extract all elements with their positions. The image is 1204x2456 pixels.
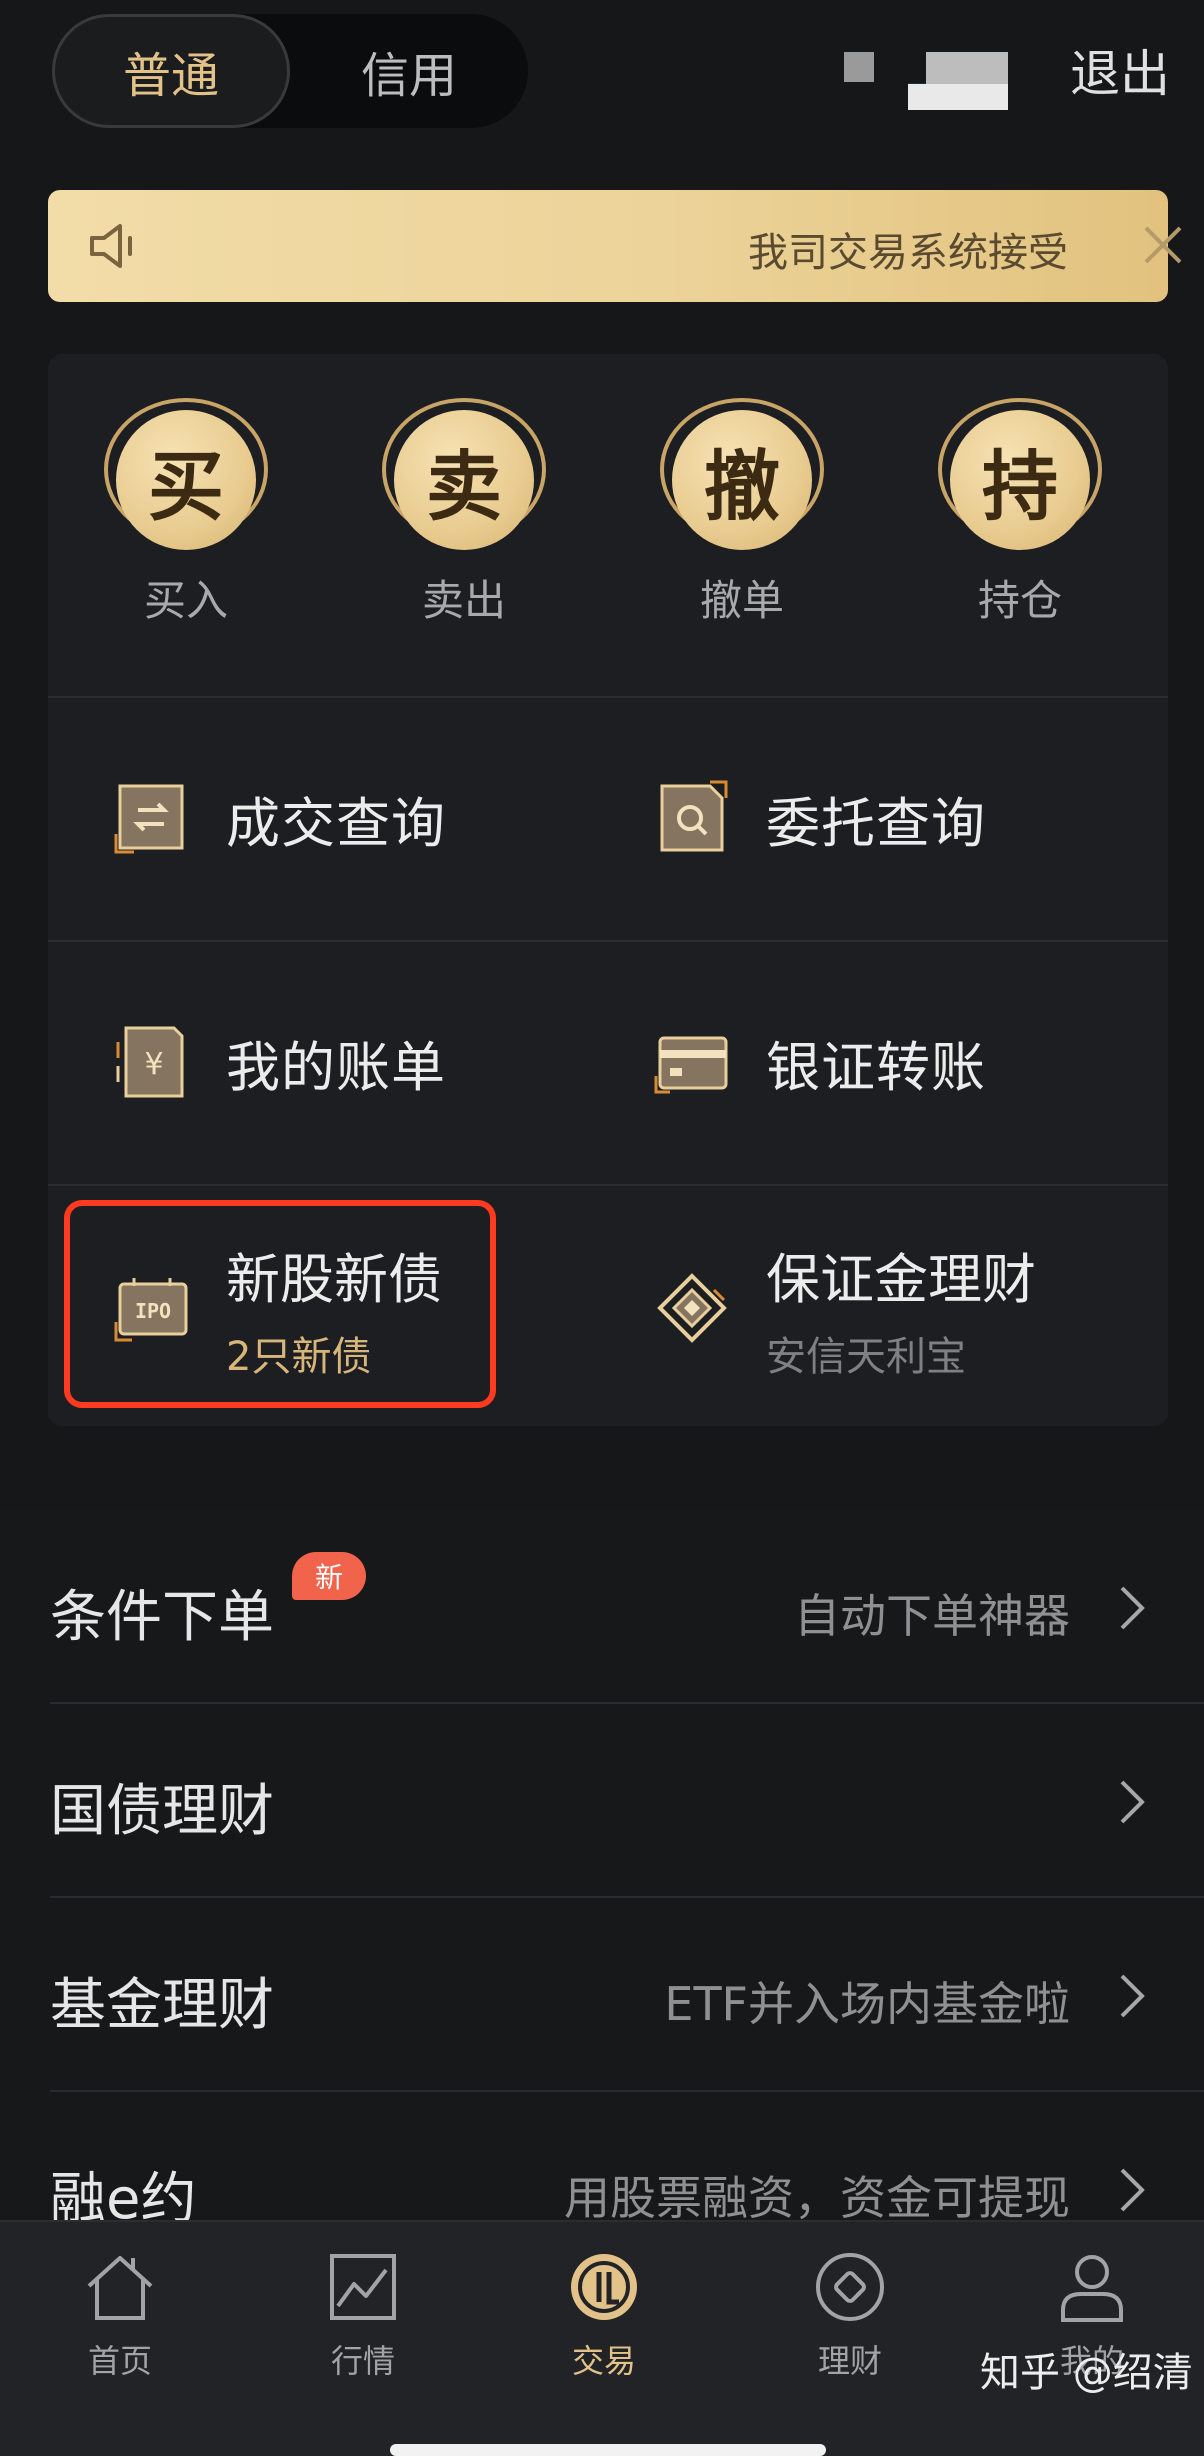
profile-icon bbox=[1061, 2255, 1123, 2322]
tab-label: 交易 bbox=[571, 2342, 636, 2380]
chevron-right-icon bbox=[1120, 2168, 1145, 2212]
divider bbox=[48, 940, 1168, 942]
cancel-order-coin-icon: 撤 bbox=[660, 396, 824, 550]
list-item-label: 条件下单 bbox=[50, 1585, 274, 1650]
list-item-hint: ETF并入场内基金啦 bbox=[664, 1977, 1070, 2031]
svg-text:¥: ¥ bbox=[144, 1047, 163, 1082]
wealth-icon bbox=[816, 2253, 884, 2321]
quick-action-sell[interactable]: 卖 卖出 bbox=[374, 396, 554, 628]
account-mode-switch: 普通 信用 bbox=[52, 14, 528, 128]
deal-query-label: 成交查询 bbox=[226, 791, 446, 855]
speaker-icon bbox=[90, 224, 132, 268]
tab-label: 首页 bbox=[87, 2342, 152, 2380]
trade-icon bbox=[571, 2254, 637, 2320]
order-query-icon bbox=[660, 780, 728, 852]
trade-function-card: 买 买入 卖 卖出 撤 撤单 持 持仓 成交查询 委托查询 ¥ 我的账单 银证转… bbox=[48, 354, 1168, 1426]
buy-coin-icon: 买 bbox=[104, 396, 268, 550]
tab-label: 行情 bbox=[330, 2342, 395, 2380]
divider bbox=[48, 696, 1168, 698]
bank-transfer-label: 银证转账 bbox=[766, 1035, 986, 1099]
list-item-hint: 用股票融资，资金可提现 bbox=[564, 2171, 1070, 2225]
order-query-label: 委托查询 bbox=[766, 791, 986, 855]
top-bar: 普通 信用 退出 bbox=[0, 0, 1204, 150]
chevron-right-icon bbox=[1120, 1586, 1145, 1630]
tab-home[interactable]: 首页 bbox=[40, 2248, 200, 2382]
quick-action-label: 买入 bbox=[143, 576, 228, 625]
close-icon[interactable] bbox=[1138, 214, 1188, 274]
quick-action-positions[interactable]: 持 持仓 bbox=[930, 396, 1110, 628]
market-chart-icon bbox=[330, 2254, 396, 2320]
bottom-tab-bar: 首页 行情 交易 理财 我的 bbox=[0, 2220, 1204, 2456]
bank-transfer-item[interactable]: 银证转账 bbox=[652, 992, 986, 1132]
notice-banner[interactable]: 我司交易系统接受 bbox=[48, 190, 1182, 302]
service-list: 条件下单 新 自动下单神器 国债理财 基金理财 ETF并入场内基金啦 融e约 用… bbox=[0, 1510, 1204, 2232]
margin-finance-item[interactable]: 保证金理财 安信天利宝 bbox=[652, 1228, 1036, 1388]
mode-tab-normal[interactable]: 普通 bbox=[52, 14, 290, 128]
highlight-annotation bbox=[64, 1200, 496, 1408]
quick-action-label: 持仓 bbox=[977, 576, 1062, 625]
order-query-item[interactable]: 委托查询 bbox=[652, 748, 986, 888]
bank-card-icon bbox=[654, 1036, 728, 1094]
my-bill-item[interactable]: ¥ 我的账单 bbox=[112, 992, 446, 1132]
deal-query-icon bbox=[114, 784, 184, 854]
list-item-funds[interactable]: 基金理财 ETF并入场内基金啦 bbox=[0, 1898, 1204, 2092]
quick-action-buy[interactable]: 买 买入 bbox=[96, 396, 276, 628]
new-badge: 新 bbox=[292, 1552, 366, 1600]
quick-action-label: 撤单 bbox=[699, 576, 784, 625]
chevron-right-icon bbox=[1120, 1974, 1145, 2018]
tab-label: 理财 bbox=[817, 2342, 882, 2380]
positions-coin-icon: 持 bbox=[938, 396, 1102, 550]
logout-button[interactable]: 退出 bbox=[1070, 34, 1170, 106]
redacted-account-block bbox=[844, 52, 874, 82]
chevron-right-icon bbox=[1120, 1780, 1145, 1824]
tab-trade[interactable]: 交易 bbox=[524, 2248, 684, 2382]
home-icon bbox=[87, 2256, 153, 2320]
list-item-label: 基金理财 bbox=[50, 1973, 274, 2038]
my-bill-label: 我的账单 bbox=[226, 1035, 446, 1099]
list-item-treasury-bonds[interactable]: 国债理财 bbox=[0, 1704, 1204, 1898]
home-indicator[interactable] bbox=[390, 2444, 826, 2456]
list-item-conditional-order[interactable]: 条件下单 新 自动下单神器 bbox=[0, 1510, 1204, 1704]
margin-finance-subtitle: 安信天利宝 bbox=[766, 1333, 966, 1380]
mode-tab-credit[interactable]: 信用 bbox=[290, 14, 528, 128]
watermark: 知乎 @绍清 bbox=[980, 2350, 1193, 2396]
list-item-hint: 自动下单神器 bbox=[794, 1589, 1070, 1643]
deal-query-item[interactable]: 成交查询 bbox=[112, 748, 446, 888]
sell-coin-icon: 卖 bbox=[382, 396, 546, 550]
quick-action-label: 卖出 bbox=[421, 576, 506, 625]
tab-market[interactable]: 行情 bbox=[283, 2248, 443, 2382]
notice-text: 我司交易系统接受 bbox=[748, 230, 1068, 276]
margin-finance-title: 保证金理财 bbox=[766, 1247, 1036, 1311]
quick-action-cancel-order[interactable]: 撤 撤单 bbox=[652, 396, 832, 628]
tab-wealth[interactable]: 理财 bbox=[770, 2248, 930, 2382]
divider bbox=[48, 1184, 1168, 1186]
bill-icon: ¥ bbox=[116, 1026, 184, 1098]
redacted-account-name bbox=[908, 52, 1008, 110]
list-item-label: 国债理财 bbox=[50, 1779, 274, 1844]
diamond-icon bbox=[657, 1273, 727, 1343]
